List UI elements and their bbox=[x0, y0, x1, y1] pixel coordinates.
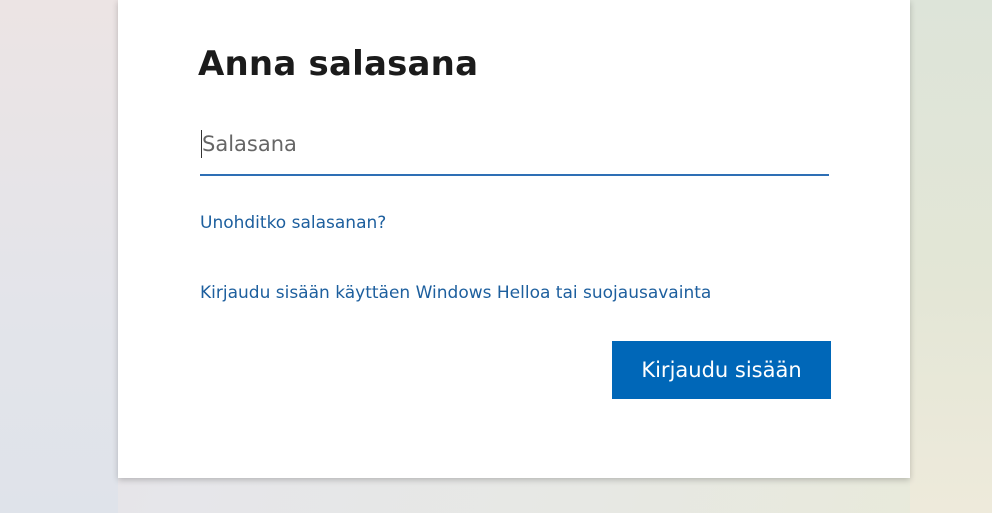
sign-in-button[interactable]: Kirjaudu sisään bbox=[612, 341, 831, 399]
background-left bbox=[0, 0, 118, 513]
password-field-container bbox=[200, 114, 831, 176]
background-right bbox=[910, 0, 992, 513]
page-title: Anna salasana bbox=[198, 44, 479, 84]
forgot-password-link[interactable]: Unohditko salasanan? bbox=[200, 213, 386, 233]
password-input[interactable] bbox=[200, 126, 831, 162]
text-caret bbox=[201, 130, 202, 158]
windows-hello-link[interactable]: Kirjaudu sisään käyttäen Windows Helloa … bbox=[200, 283, 711, 303]
sign-in-card: Anna salasana Unohditko salasanan? Kirja… bbox=[118, 0, 910, 478]
